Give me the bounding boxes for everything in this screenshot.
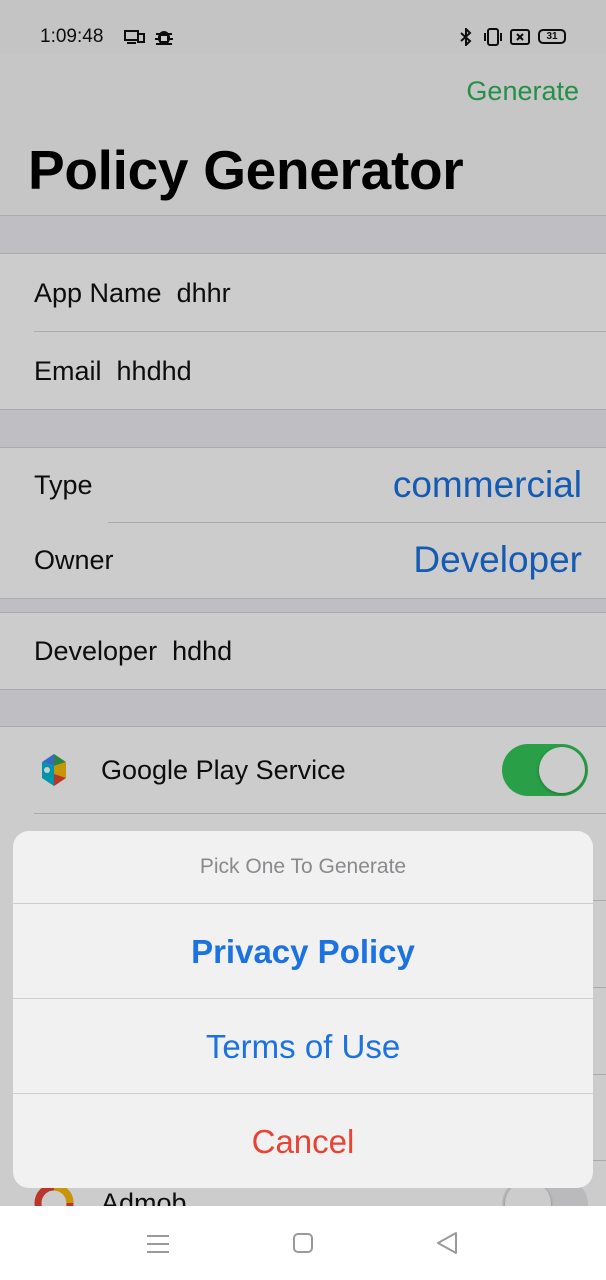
cancel-button[interactable]: Cancel: [13, 1094, 593, 1188]
system-nav-bar: [0, 1206, 606, 1280]
home-icon[interactable]: [292, 1232, 314, 1254]
app-screen: 1:09:48 31 Generate Policy Generator App…: [0, 0, 606, 1206]
action-sheet-title: Pick One To Generate: [13, 831, 593, 904]
back-icon[interactable]: [435, 1231, 459, 1255]
privacy-policy-option[interactable]: Privacy Policy: [13, 904, 593, 999]
action-sheet: Pick One To Generate Privacy Policy Term…: [13, 831, 593, 1188]
terms-of-use-option[interactable]: Terms of Use: [13, 999, 593, 1094]
menu-icon[interactable]: [146, 1233, 170, 1255]
